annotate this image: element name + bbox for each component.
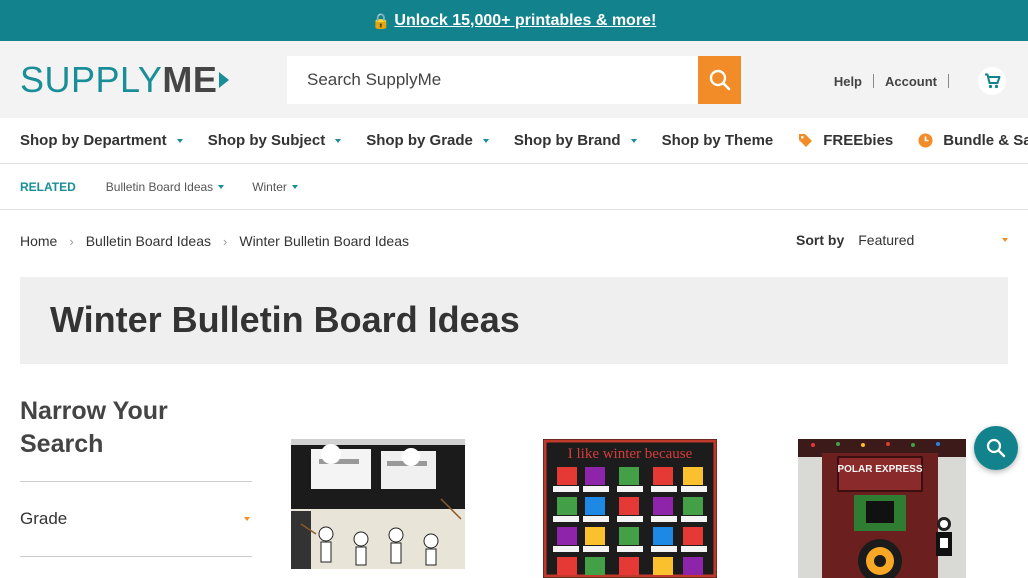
sort-select[interactable]: Featured <box>858 232 1009 248</box>
nav-shop-by-department[interactable]: Shop by Department <box>20 132 183 149</box>
caret-down-icon <box>482 138 489 143</box>
product-image-polar-express-door: POLAR EXPRESS <box>798 439 966 578</box>
related-item-label: Bulletin Board Ideas <box>105 179 214 194</box>
facet-grade[interactable]: Grade <box>20 482 252 557</box>
sort-label: Sort by <box>796 232 845 248</box>
nav-label: Shop by Grade <box>366 132 473 149</box>
sort-control: Sort by Featured <box>796 232 1009 248</box>
page-title-banner: Winter Bulletin Board Ideas <box>20 277 1008 364</box>
cart-button[interactable] <box>978 67 1006 95</box>
product-image-text: I like winter because <box>568 446 693 462</box>
product-image-text: POLAR EXPRESS <box>837 464 922 475</box>
site-header: SUPPLYME Help Account <box>0 41 1028 118</box>
product-card[interactable]: POLAR EXPRESS <box>798 439 966 578</box>
help-link[interactable]: Help <box>834 74 862 89</box>
filter-sidebar: Narrow Your Search Grade <box>20 395 252 557</box>
related-item-label: Winter <box>252 179 287 194</box>
breadcrumb-bulletin-board-ideas[interactable]: Bulletin Board Ideas <box>86 233 211 249</box>
logo-text-me: ME <box>162 59 218 100</box>
search-button[interactable] <box>698 56 741 104</box>
search-input[interactable] <box>287 56 698 104</box>
main-nav: Shop by Department Shop by Subject Shop … <box>0 118 1028 164</box>
related-bar: RELATED Bulletin Board Ideas Winter <box>0 164 1028 210</box>
product-image-snowmen-board <box>291 439 465 569</box>
caret-down-icon <box>1002 238 1009 242</box>
lock-icon: 🔒 <box>371 12 391 30</box>
caret-down-icon <box>244 517 250 521</box>
header-links: Help Account <box>834 67 1006 95</box>
nav-label: Bundle & Save! <box>943 132 1028 149</box>
tag-icon <box>798 133 813 148</box>
nav-label: FREEbies <box>823 132 894 149</box>
promo-banner: 🔒 Unlock 15,000+ printables & more! <box>0 0 1028 41</box>
breadcrumb-current: Winter Bulletin Board Ideas <box>239 233 409 249</box>
nav-bundle-save[interactable]: Bundle & Save! <box>918 132 1028 149</box>
search-icon <box>709 69 730 91</box>
product-card[interactable] <box>291 439 465 569</box>
logo-arrow-icon <box>219 72 230 88</box>
nav-freebies[interactable]: FREEbies <box>798 132 893 149</box>
nav-shop-by-brand[interactable]: Shop by Brand <box>514 132 637 149</box>
nav-label: Shop by Theme <box>661 132 774 149</box>
caret-down-icon <box>218 184 225 189</box>
divider <box>948 74 949 88</box>
promo-link[interactable]: Unlock 15,000+ printables & more! <box>394 12 656 30</box>
nav-shop-by-subject[interactable]: Shop by Subject <box>208 132 342 149</box>
related-bulletin-board-ideas[interactable]: Bulletin Board Ideas <box>105 179 225 194</box>
nav-shop-by-grade[interactable]: Shop by Grade <box>366 132 489 149</box>
facet-label: Grade <box>20 509 68 528</box>
clock-icon <box>918 133 933 148</box>
caret-down-icon <box>630 138 637 143</box>
logo-text-supply: SUPPLY <box>20 59 163 100</box>
sort-value: Featured <box>858 232 915 248</box>
page-title: Winter Bulletin Board Ideas <box>50 299 520 340</box>
related-winter[interactable]: Winter <box>252 180 298 194</box>
nav-label: Shop by Department <box>20 132 167 149</box>
nav-label: Shop by Subject <box>207 132 326 149</box>
product-image-winter-mugs-board: I like winter because <box>543 439 717 578</box>
cart-icon <box>984 73 1000 89</box>
caret-down-icon <box>291 184 298 189</box>
search-bar <box>287 56 741 104</box>
breadcrumb-home[interactable]: Home <box>20 233 57 249</box>
breadcrumb: Home › Bulletin Board Ideas › Winter Bul… <box>20 233 409 249</box>
site-logo[interactable]: SUPPLY ME <box>20 59 230 100</box>
related-label: RELATED <box>20 179 76 194</box>
filter-title: Narrow Your Search <box>20 397 168 458</box>
divider <box>873 74 874 88</box>
product-card[interactable]: I like winter because <box>543 439 717 578</box>
chevron-right-icon: › <box>223 233 228 249</box>
caret-down-icon <box>176 138 183 143</box>
nav-shop-by-theme[interactable]: Shop by Theme <box>662 132 774 149</box>
chevron-right-icon: › <box>69 233 74 249</box>
account-link[interactable]: Account <box>885 74 937 89</box>
caret-down-icon <box>335 138 342 143</box>
search-icon <box>986 438 1006 458</box>
nav-label: Shop by Brand <box>513 132 621 149</box>
floating-search-button[interactable] <box>974 426 1018 470</box>
